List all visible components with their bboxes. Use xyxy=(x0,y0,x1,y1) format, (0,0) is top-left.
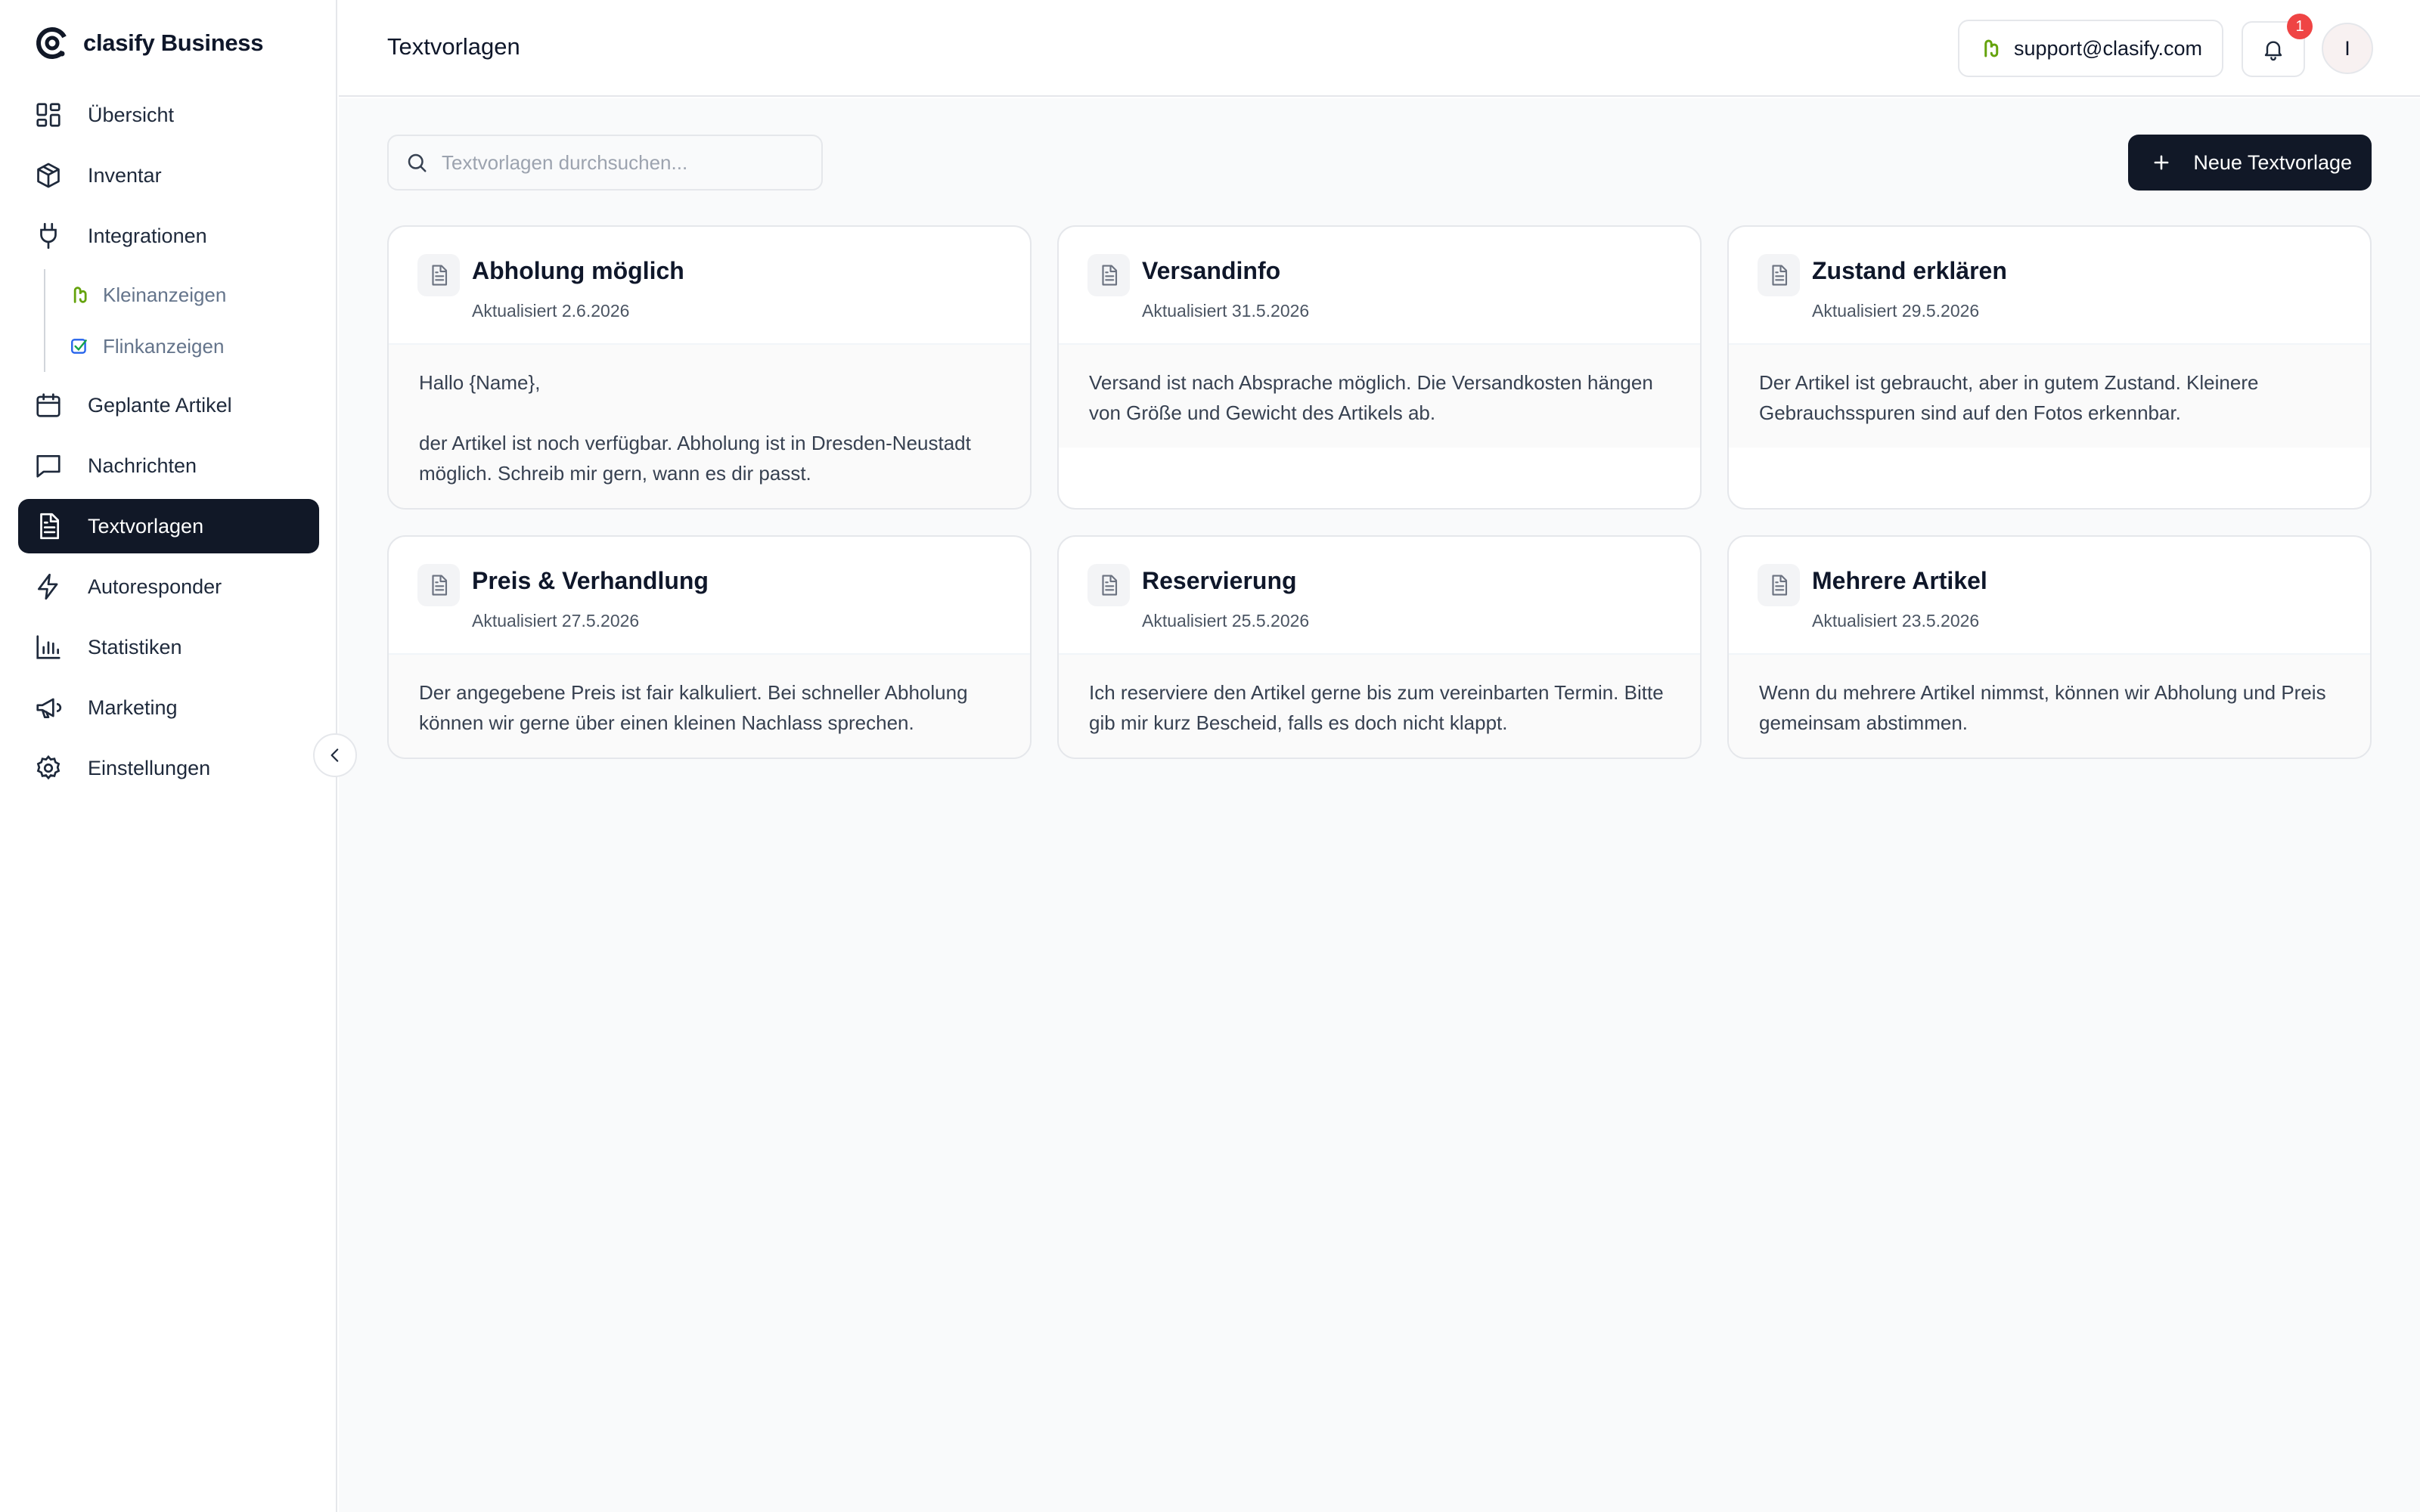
kleinanzeigen-logo-icon xyxy=(1984,39,1999,57)
megaphone-icon xyxy=(33,692,64,723)
template-card[interactable]: Reservierung Aktualisiert 25.5.2026 Ich … xyxy=(1057,535,1702,759)
template-text: Der angegebene Preis ist fair kalkuliert… xyxy=(389,655,1030,758)
lightning-icon xyxy=(33,572,64,602)
template-updated: Aktualisiert 29.5.2026 xyxy=(1812,301,1980,321)
sidebar-item-label: Geplante Artikel xyxy=(88,393,232,417)
template-title: Reservierung xyxy=(1142,567,1297,594)
template-grid: Abholung möglich Aktualisiert 2.6.2026 H… xyxy=(387,225,2372,759)
sidebar-item-label: Integrationen xyxy=(88,224,207,247)
document-icon xyxy=(1758,254,1800,296)
notification-count-badge: 1 xyxy=(2287,14,2313,39)
chevron-left-icon xyxy=(330,748,339,762)
sidebar-item-label: Inventar xyxy=(88,163,162,187)
template-card-header: Versandinfo Aktualisiert 31.5.2026 xyxy=(1059,227,1700,345)
main-content: Neue Textvorlage Abholung möglich Aktual… xyxy=(339,98,2420,1512)
document-icon xyxy=(1758,564,1800,606)
sidebar-subitem-flinkanzeigen[interactable]: Flinkanzeigen xyxy=(68,321,319,372)
gear-icon xyxy=(33,753,64,783)
sidebar-nav: Übersicht Inventar Integrationen Kleinan… xyxy=(18,88,319,801)
page-title: Textvorlagen xyxy=(387,33,520,60)
plus-icon xyxy=(2154,155,2169,170)
calendar-icon xyxy=(33,390,64,420)
template-card-header: Zustand erklären Aktualisiert 29.5.2026 xyxy=(1729,227,2370,345)
template-updated: Aktualisiert 2.6.2026 xyxy=(472,301,630,321)
template-card[interactable]: Abholung möglich Aktualisiert 2.6.2026 H… xyxy=(387,225,1032,510)
plug-icon xyxy=(33,221,64,251)
search-input[interactable] xyxy=(442,150,805,175)
bell-icon xyxy=(2264,41,2282,61)
sidebar-item-autoresponder[interactable]: Autoresponder xyxy=(18,559,319,614)
sidebar-item-statistiken[interactable]: Statistiken xyxy=(18,620,319,674)
sidebar: clasify Business Übersicht Inventar Inte… xyxy=(0,0,337,1512)
search-field[interactable] xyxy=(387,135,823,191)
template-card-header: Preis & Verhandlung Aktualisiert 27.5.20… xyxy=(389,537,1030,655)
document-icon xyxy=(417,564,460,606)
document-icon xyxy=(33,511,64,541)
top-header: Textvorlagen support@clasify.com 1 I xyxy=(339,0,2420,97)
sidebar-item-label: Nachrichten xyxy=(88,454,197,477)
sidebar-item-label: Autoresponder xyxy=(88,575,222,598)
template-title: Mehrere Artikel xyxy=(1812,567,1987,594)
template-text: Wenn du mehrere Artikel nimmst, können w… xyxy=(1729,655,2370,758)
integrations-subnav: Kleinanzeigen Flinkanzeigen xyxy=(44,269,319,372)
template-card[interactable]: Versandinfo Aktualisiert 31.5.2026 Versa… xyxy=(1057,225,1702,510)
sidebar-item-geplante-artikel[interactable]: Geplante Artikel xyxy=(18,378,319,432)
template-card-header: Reservierung Aktualisiert 25.5.2026 xyxy=(1059,537,1700,655)
sidebar-item-label: Übersicht xyxy=(88,103,175,126)
template-card[interactable]: Mehrere Artikel Aktualisiert 23.5.2026 W… xyxy=(1727,535,2372,759)
document-icon xyxy=(1087,564,1130,606)
sidebar-item-nachrichten[interactable]: Nachrichten xyxy=(18,438,319,493)
support-email: support@clasify.com xyxy=(2014,36,2202,60)
template-text: Ich reserviere den Artikel gerne bis zum… xyxy=(1059,655,1700,758)
sidebar-subitem-label: Flinkanzeigen xyxy=(103,334,225,358)
document-icon xyxy=(417,254,460,296)
template-title: Abholung möglich xyxy=(472,257,684,284)
template-updated: Aktualisiert 27.5.2026 xyxy=(472,611,640,631)
collapse-sidebar-button[interactable] xyxy=(313,733,357,777)
sidebar-item-label: Statistiken xyxy=(88,635,182,658)
message-icon xyxy=(33,451,64,481)
brand-name: clasify Business xyxy=(83,29,264,56)
sidebar-item-label: Marketing xyxy=(88,696,178,719)
template-card-header: Abholung möglich Aktualisiert 2.6.2026 xyxy=(389,227,1030,345)
template-title: Preis & Verhandlung xyxy=(472,567,709,594)
flinkanzeigen-logo-icon xyxy=(68,335,91,358)
template-card[interactable]: Preis & Verhandlung Aktualisiert 27.5.20… xyxy=(387,535,1032,759)
sidebar-item-label: Textvorlagen xyxy=(88,514,204,538)
template-updated: Aktualisiert 31.5.2026 xyxy=(1142,301,1310,321)
template-text: Versand ist nach Absprache möglich. Die … xyxy=(1059,345,1700,448)
kleinanzeigen-logo-icon xyxy=(68,284,91,306)
brand[interactable]: clasify Business xyxy=(35,26,263,60)
template-title: Zustand erklären xyxy=(1812,257,2007,284)
box-icon xyxy=(33,160,64,191)
template-updated: Aktualisiert 23.5.2026 xyxy=(1812,611,1980,631)
template-title: Versandinfo xyxy=(1142,257,1281,284)
search-icon xyxy=(408,153,427,172)
sidebar-item-einstellungen[interactable]: Einstellungen xyxy=(18,741,319,795)
sidebar-item-marketing[interactable]: Marketing xyxy=(18,680,319,735)
template-updated: Aktualisiert 25.5.2026 xyxy=(1142,611,1310,631)
dashboard-icon xyxy=(33,100,64,130)
new-template-button[interactable]: Neue Textvorlage xyxy=(2128,135,2372,191)
sidebar-subitem-label: Kleinanzeigen xyxy=(103,283,227,306)
support-email-button[interactable]: support@clasify.com xyxy=(1958,20,2223,77)
template-text: Hallo {Name}, der Artikel ist noch verfü… xyxy=(389,345,1030,508)
sidebar-item-textvorlagen[interactable]: Textvorlagen xyxy=(18,499,319,553)
sidebar-item-integrationen[interactable]: Integrationen xyxy=(18,209,319,263)
template-card[interactable]: Zustand erklären Aktualisiert 29.5.2026 … xyxy=(1727,225,2372,510)
sidebar-item-inventar[interactable]: Inventar xyxy=(18,148,319,203)
bar-chart-icon xyxy=(33,632,64,662)
document-icon xyxy=(1087,254,1130,296)
sidebar-item-label: Einstellungen xyxy=(88,756,211,779)
notifications-button[interactable]: 1 xyxy=(2242,14,2313,77)
template-card-header: Mehrere Artikel Aktualisiert 23.5.2026 xyxy=(1729,537,2370,655)
sidebar-item-uebersicht[interactable]: Übersicht xyxy=(18,88,319,142)
avatar[interactable]: I xyxy=(2322,23,2373,74)
new-template-label: Neue Textvorlage xyxy=(2193,150,2352,174)
template-text: Der Artikel ist gebraucht, aber in gutem… xyxy=(1729,345,2370,448)
clasify-logo-icon xyxy=(36,27,68,59)
sidebar-subitem-kleinanzeigen[interactable]: Kleinanzeigen xyxy=(68,269,319,321)
